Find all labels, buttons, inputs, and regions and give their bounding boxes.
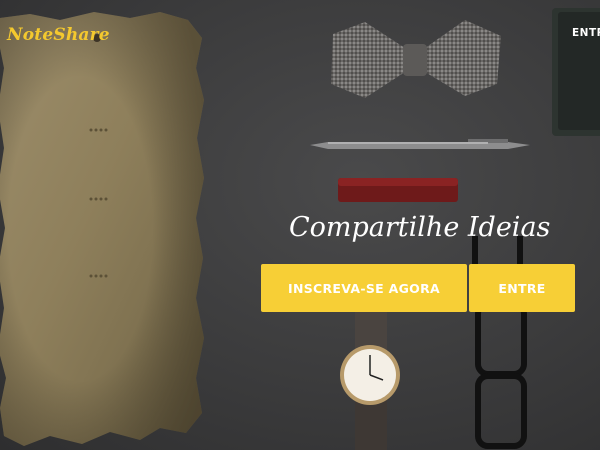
hero-section: NoteShare ENTRE Compartilhe Ideias INSCR… — [0, 0, 600, 450]
pen-image — [310, 139, 530, 149]
bowtie-image — [331, 20, 501, 98]
brand-logo[interactable]: NoteShare — [7, 25, 110, 45]
signup-button[interactable]: INSCREVA-SE AGORA — [261, 264, 467, 312]
login-button[interactable]: ENTRE — [469, 264, 575, 312]
nav-login-link[interactable]: ENTRE — [572, 27, 600, 39]
parchment-image — [0, 12, 204, 446]
usb-image — [338, 178, 458, 202]
watch-image — [340, 300, 400, 450]
hero-headline: Compartilhe Ideias — [289, 212, 551, 243]
